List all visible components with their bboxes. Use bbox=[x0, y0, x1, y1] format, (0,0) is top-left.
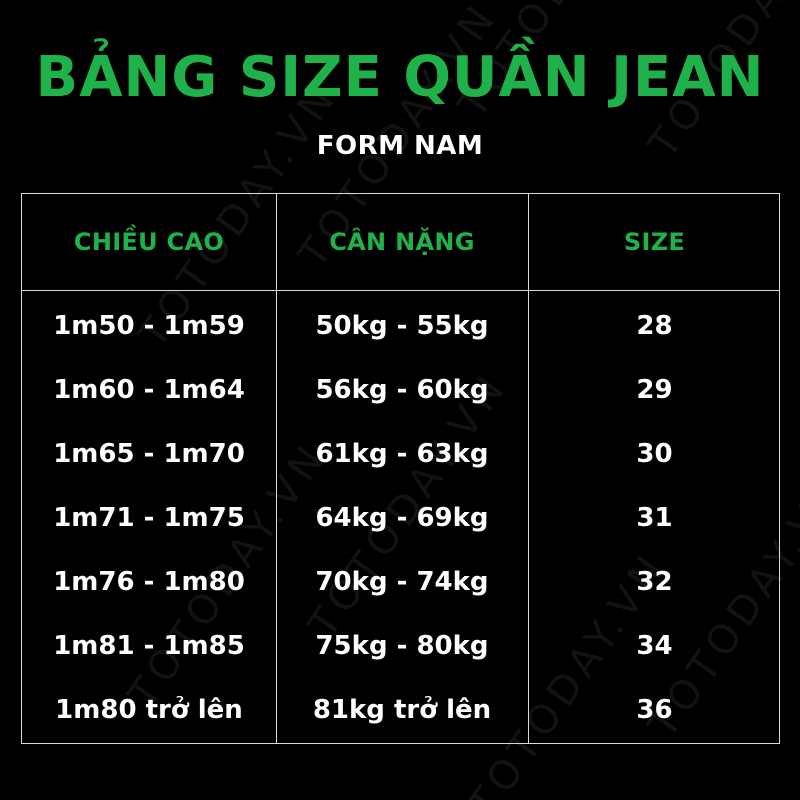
height-cell: 1m65 - 1m70 bbox=[53, 439, 245, 469]
table-row: 1m65 - 1m70 61kg - 63kg 30 bbox=[22, 422, 781, 486]
page-title: BẢNG SIZE QUẦN JEAN bbox=[35, 45, 765, 110]
size-cell: 34 bbox=[636, 631, 673, 661]
weight-cell: 56kg - 60kg bbox=[315, 375, 489, 405]
table-row: 1m80 trở lên 81kg trở lên 36 bbox=[22, 678, 781, 742]
table-row: 1m76 - 1m80 70kg - 74kg 32 bbox=[22, 550, 781, 614]
header-size: SIZE bbox=[623, 228, 686, 256]
header-height: CHIỀU CAO bbox=[73, 228, 225, 256]
height-cell: 1m81 - 1m85 bbox=[53, 631, 245, 661]
header-weight: CÂN NẶNG bbox=[329, 228, 475, 256]
weight-cell: 50kg - 55kg bbox=[315, 311, 489, 341]
page-subtitle: FORM NAM bbox=[316, 131, 484, 161]
weight-cell: 70kg - 74kg bbox=[315, 567, 489, 597]
weight-cell: 64kg - 69kg bbox=[315, 503, 489, 533]
size-cell: 30 bbox=[636, 439, 673, 469]
weight-cell: 61kg - 63kg bbox=[315, 439, 489, 469]
size-cell: 31 bbox=[636, 503, 673, 533]
size-cell: 29 bbox=[636, 375, 673, 405]
table-row: 1m50 - 1m59 50kg - 55kg 28 bbox=[22, 294, 781, 358]
size-cell: 36 bbox=[636, 695, 673, 725]
height-cell: 1m71 - 1m75 bbox=[53, 503, 245, 533]
weight-cell: 75kg - 80kg bbox=[315, 631, 489, 661]
size-cell: 32 bbox=[636, 567, 673, 597]
table-row: 1m81 - 1m85 75kg - 80kg 34 bbox=[22, 614, 781, 678]
weight-cell: 81kg trở lên bbox=[312, 695, 492, 725]
height-cell: 1m80 trở lên bbox=[55, 695, 243, 725]
height-cell: 1m60 - 1m64 bbox=[53, 375, 245, 405]
size-table: CHIỀU CAO CÂN NẶNG SIZE 1m50 - 1m59 50kg… bbox=[21, 193, 780, 744]
header-divider bbox=[22, 290, 779, 291]
height-cell: 1m76 - 1m80 bbox=[53, 567, 245, 597]
size-cell: 28 bbox=[636, 311, 673, 341]
table-row: 1m60 - 1m64 56kg - 60kg 29 bbox=[22, 358, 781, 422]
table-row: 1m71 - 1m75 64kg - 69kg 31 bbox=[22, 486, 781, 550]
height-cell: 1m50 - 1m59 bbox=[53, 311, 245, 341]
